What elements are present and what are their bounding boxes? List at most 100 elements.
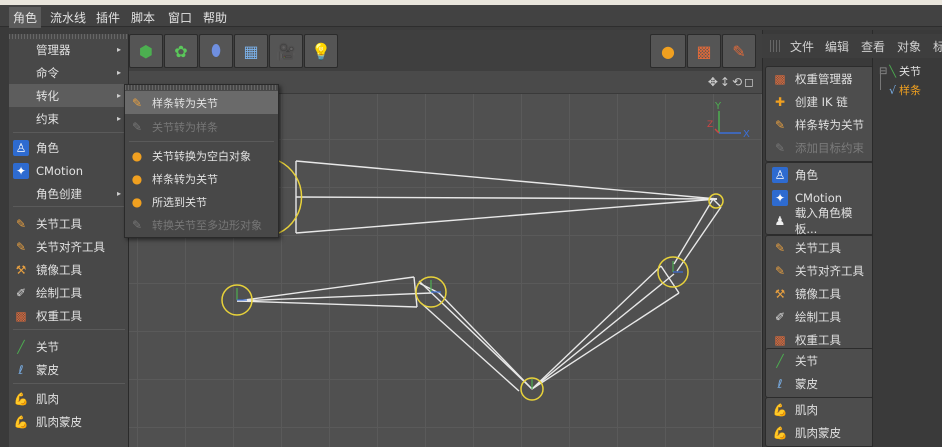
palette-paint-tool[interactable]: ✐ 绘制工具: [768, 306, 874, 328]
axis-x-label: X: [743, 129, 750, 140]
object-tree-item-selected[interactable]: √ 样条: [889, 81, 941, 99]
char-menu-paint-tool[interactable]: ✐ 绘制工具: [9, 281, 129, 304]
skin-icon: ℓ: [18, 362, 24, 377]
palette-joint-tool[interactable]: ✎ 关节工具: [768, 237, 874, 259]
submenu-arrow-icon: ▸: [116, 91, 121, 100]
submenu-spline-to-joint-2[interactable]: ● 样条转为关节: [125, 167, 278, 190]
character-menu: 管理器 ▸ 命令 ▸ 转化 ▸ 约束 ▸ ♙ 角色 ✦ CMotion 角色创建 ▸ ✎ 关节工…: [9, 34, 129, 447]
submenu-joint-to-null[interactable]: ● 关节转换为空白对象: [125, 144, 278, 167]
submenu-arrow-icon: ▸: [116, 68, 121, 77]
joint-to-polygon-icon: ✎: [131, 217, 143, 232]
spline-to-joint-icon: ✎: [131, 95, 143, 110]
ik-chain-icon: ✚: [774, 95, 786, 109]
bone-chain: [236, 198, 722, 392]
palette-joint[interactable]: ╱ 关节: [768, 350, 874, 372]
om-menu-object[interactable]: 对象: [897, 38, 921, 55]
char-menu-cmotion[interactable]: ✦ CMotion: [9, 159, 129, 182]
submenu-arrow-icon: ▸: [116, 45, 121, 54]
char-menu-joint-tool[interactable]: ✎ 关节工具: [9, 212, 129, 235]
floor-tool-icon[interactable]: ▦: [234, 34, 268, 68]
character-icon: ♙: [13, 139, 29, 156]
char-menu-manager[interactable]: 管理器 ▸: [9, 38, 129, 61]
submenu-joint-to-polygon: ✎ 转换关节至多边形对象: [125, 213, 278, 236]
render-settings-icon[interactable]: ✎: [722, 34, 756, 68]
joint-rings: [221, 193, 724, 401]
om-menu-edit[interactable]: 编辑: [825, 38, 849, 55]
joint-tool-icon: ✎: [15, 216, 27, 231]
submenu-tearoff-grip[interactable]: [125, 85, 278, 90]
char-menu-constraint[interactable]: 约束 ▸: [9, 107, 129, 130]
left-edge-strip: [0, 27, 9, 447]
muscle-skin-icon: 💪: [13, 414, 29, 429]
submenu-joint-to-spline: ✎ 关节转为样条: [125, 115, 278, 138]
char-menu-joint-align-tool[interactable]: ✎ 关节对齐工具: [9, 235, 129, 258]
palette-muscle[interactable]: 💪 肌肉: [768, 399, 874, 421]
submenu-spline-to-joint[interactable]: ✎ 样条转为关节: [125, 91, 278, 114]
load-template-icon: ♟: [774, 214, 786, 228]
object-tree-item[interactable]: ⊟ ╲ 关节: [879, 62, 941, 80]
char-menu-character[interactable]: ♙ 角色: [9, 136, 129, 159]
char-menu-muscle-skin[interactable]: 💪 肌肉蒙皮: [9, 410, 129, 433]
deformer-tool-icon[interactable]: ⬮: [199, 34, 233, 68]
joint-tool-icon: ✎: [774, 241, 786, 255]
joint-to-spline-icon: ✎: [131, 119, 143, 134]
char-menu-character-build[interactable]: 角色创建 ▸: [9, 182, 129, 205]
om-menu-file[interactable]: 文件: [790, 38, 814, 55]
spline-to-joint-icon: ●: [131, 171, 143, 186]
spline-icon: √: [889, 83, 897, 97]
palette-muscle-skin[interactable]: 💪 肌肉蒙皮: [768, 422, 874, 444]
joint-axes: [236, 261, 683, 389]
target-constraint-icon: ✎: [774, 141, 786, 155]
char-menu-convert[interactable]: 转化 ▸: [9, 84, 129, 107]
menu-help[interactable]: 帮助: [203, 9, 227, 26]
camera-tool-icon[interactable]: 🎥: [269, 34, 303, 68]
menu-window[interactable]: 窗口: [168, 9, 192, 26]
light-tool-icon[interactable]: 💡: [304, 34, 338, 68]
char-menu-joint[interactable]: ╱ 关节: [9, 335, 129, 358]
coordinate-system-icon[interactable]: ●: [650, 34, 686, 68]
palette-joint-align-tool[interactable]: ✎ 关节对齐工具: [768, 260, 874, 282]
skin-icon: ℓ: [777, 377, 783, 391]
menu-character[interactable]: 角色: [9, 7, 42, 28]
weight-manager-icon: ▩: [774, 72, 786, 86]
axis-z-label: Z: [707, 120, 713, 130]
mirror-tool-icon: ⚒: [774, 287, 786, 301]
menu-plugins[interactable]: 插件: [96, 9, 120, 26]
char-menu-command[interactable]: 命令 ▸: [9, 61, 129, 84]
subdivision-tool-icon[interactable]: ✿: [164, 34, 198, 68]
convert-submenu: ✎ 样条转为关节 ✎ 关节转为样条 ● 关节转换为空白对象 ● 样条转为关节 ● 所选到关…: [124, 84, 279, 238]
palette-load-template[interactable]: ♟ 载入角色模板...: [768, 206, 874, 236]
joint-icon: ╱: [776, 354, 784, 368]
palette-skin[interactable]: ℓ 蒙皮: [768, 373, 874, 395]
om-menu-view[interactable]: 查看: [861, 38, 885, 55]
joint-align-icon: ✎: [15, 239, 27, 254]
palette-spline-to-joint[interactable]: ✎ 样条转为关节: [768, 114, 874, 136]
palette-character[interactable]: ♙ 角色: [768, 164, 874, 186]
palette-weight-manager[interactable]: ▩ 权重管理器: [768, 68, 874, 90]
mirror-tool-icon: ⚒: [15, 262, 27, 277]
om-menu-tags[interactable]: 标: [933, 38, 942, 55]
submenu-arrow-icon: ▸: [116, 114, 121, 123]
paint-tool-icon: ✐: [15, 285, 27, 300]
palette-add-target-constraint: ✎ 添加目标约束: [768, 137, 874, 159]
muscle-icon: 💪: [772, 403, 788, 417]
submenu-selection-to-joint[interactable]: ● 所选到关节: [125, 190, 278, 213]
palette-group-1: ▩ 权重管理器 ✚ 创建 IK 链 ✎ 样条转为关节 ✎ 添加目标约束: [765, 66, 874, 162]
char-menu-weight-tool[interactable]: ▩ 权重工具: [9, 304, 129, 327]
cmotion-icon: ✦: [772, 190, 788, 206]
menu-pipeline[interactable]: 流水线: [50, 9, 86, 26]
char-menu-mirror-tool[interactable]: ⚒ 镜像工具: [9, 258, 129, 281]
char-menu-muscle[interactable]: 💪 肌肉: [9, 387, 129, 410]
palette-group-5: 💪 肌肉 💪 肌肉蒙皮: [765, 397, 874, 447]
joint-align-icon: ✎: [774, 264, 786, 278]
tree-connector-line: [880, 68, 881, 90]
palette-create-ik-chain[interactable]: ✚ 创建 IK 链: [768, 91, 874, 113]
joint-icon: ╲: [889, 64, 897, 78]
cube-tool-icon[interactable]: ⬢: [129, 34, 163, 68]
panel-grip[interactable]: [770, 40, 780, 52]
palette-mirror-tool[interactable]: ⚒ 镜像工具: [768, 283, 874, 305]
menu-script[interactable]: 脚本: [131, 9, 155, 26]
object-manager-menubar: 文件 编辑 查看 对象 标: [762, 34, 942, 58]
char-menu-skin[interactable]: ℓ 蒙皮: [9, 358, 129, 381]
render-view-icon[interactable]: ▩: [687, 34, 721, 68]
